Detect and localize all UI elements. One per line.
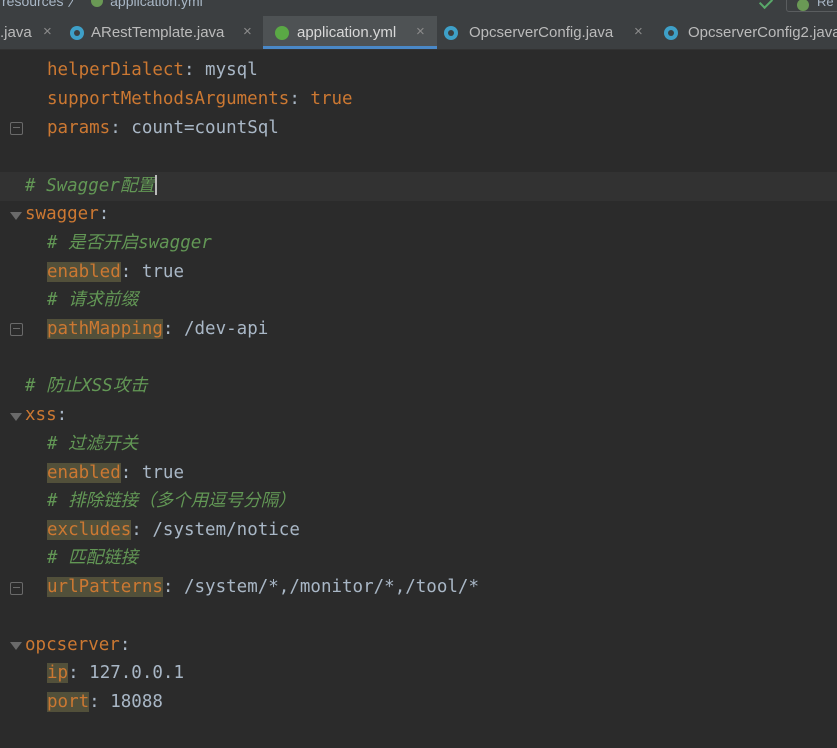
yaml-key: ip: [47, 663, 69, 683]
java-class-icon: [444, 26, 458, 40]
close-icon[interactable]: ×: [243, 23, 252, 40]
fold-end-icon[interactable]: [10, 323, 23, 336]
code-line: # 防止XSS攻击: [25, 372, 148, 400]
fold-arrow-icon[interactable]: [10, 413, 22, 421]
close-icon[interactable]: ×: [416, 23, 425, 40]
java-class-icon: [664, 26, 678, 40]
close-icon[interactable]: ×: [634, 23, 643, 40]
yaml-value: 18088: [110, 692, 163, 712]
yaml-value: true: [141, 262, 184, 282]
code-line: # 排除链接（多个用逗号分隔）: [47, 487, 296, 515]
yaml-value: true: [141, 463, 184, 483]
tab-label: OpcserverConfig.java: [469, 24, 614, 41]
yaml-comment: # 防止XSS攻击: [25, 376, 148, 396]
code-line: enabled: true: [47, 262, 184, 282]
yaml-key: opcserver: [25, 635, 120, 655]
yaml-key: port: [47, 692, 90, 712]
code-line: port: 18088: [47, 692, 163, 712]
yaml-key: excludes: [47, 520, 132, 540]
yaml-value: mysql: [205, 60, 258, 80]
yaml-key: urlPatterns: [47, 577, 163, 597]
text-caret: [154, 175, 157, 195]
yaml-key: supportMethodsArguments: [47, 89, 290, 109]
yaml-comment: # Swagger配置: [25, 176, 155, 196]
yaml-value: 127.0.0.1: [89, 663, 184, 683]
spring-icon: [797, 0, 809, 11]
tab-arest-template[interactable]: ARestTemplate.java ×: [62, 16, 262, 49]
code-line: urlPatterns: /system/*,/monitor/*,/tool/…: [47, 577, 479, 597]
code-line: xss:: [25, 405, 68, 425]
fold-arrow-icon[interactable]: [10, 642, 22, 650]
run-config-label: Re: [817, 0, 834, 9]
yaml-comment: # 请求前缀: [47, 290, 139, 310]
yaml-key: pathMapping: [47, 319, 163, 339]
yaml-comment: # 排除链接（多个用逗号分隔）: [47, 491, 296, 511]
yaml-value: /system/*,/monitor/*,/tool/*: [183, 577, 479, 597]
code-line: # Swagger配置: [25, 172, 157, 200]
close-icon[interactable]: ×: [43, 23, 52, 40]
breadcrumb-separator: 〉: [67, 0, 82, 9]
yaml-comment: # 过滤开关: [47, 434, 139, 454]
yaml-key: enabled: [47, 463, 121, 483]
fold-arrow-icon[interactable]: [10, 212, 22, 220]
tab-opcserver-config2[interactable]: OpcserverConfig2.java: [660, 16, 837, 49]
tab-opcserver-config[interactable]: OpcserverConfig.java ×: [438, 16, 658, 49]
yaml-key: enabled: [47, 262, 121, 282]
code-line: # 过滤开关: [47, 430, 138, 458]
yaml-value: true: [310, 89, 353, 109]
code-line: params: count=countSql: [47, 118, 279, 138]
tab-label: ARestTemplate.java: [91, 24, 225, 41]
breadcrumb: resources 〉 application.yml Re: [0, 0, 837, 16]
tab-java-partial[interactable]: .java ×: [0, 16, 60, 49]
code-line: pathMapping: /dev-api: [47, 319, 269, 339]
code-editor[interactable]: helperDialect: mysql supportMethodsArgum…: [0, 50, 837, 748]
code-line: helperDialect: mysql: [47, 60, 258, 80]
code-line: opcserver:: [25, 635, 131, 655]
yaml-value: count=countSql: [131, 118, 279, 138]
yaml-comment: # 匹配链接: [47, 548, 139, 568]
tab-label: OpcserverConfig2.java: [688, 24, 837, 41]
run-config-button[interactable]: Re: [786, 0, 837, 12]
yaml-file-icon: [275, 26, 289, 40]
yaml-key: params: [47, 118, 111, 138]
yaml-value: /system/notice: [152, 520, 300, 540]
code-line: ip: 127.0.0.1: [47, 663, 184, 683]
code-line: # 是否开启swagger: [47, 229, 212, 257]
tab-application-yml[interactable]: application.yml ×: [263, 16, 437, 49]
yaml-key: xss: [25, 405, 57, 425]
code-line: # 请求前缀: [47, 286, 138, 314]
code-line: swagger:: [25, 204, 110, 224]
yaml-key: swagger: [25, 204, 99, 224]
build-arrow-icon[interactable]: [758, 0, 774, 10]
yaml-comment: # 是否开启swagger: [47, 233, 212, 253]
code-line: supportMethodsArguments: true: [47, 89, 353, 109]
breadcrumb-file[interactable]: application.yml: [110, 0, 203, 9]
yaml-value: /dev-api: [183, 319, 269, 339]
fold-end-icon[interactable]: [10, 582, 23, 595]
editor-tab-bar: .java × ARestTemplate.java × application…: [0, 16, 837, 50]
fold-end-icon[interactable]: [10, 122, 23, 135]
yaml-file-icon: [91, 0, 104, 7]
tab-label: .java: [0, 24, 32, 41]
code-line: # 匹配链接: [47, 544, 138, 572]
breadcrumb-folder[interactable]: resources: [2, 0, 63, 9]
yaml-key: helperDialect: [47, 60, 184, 80]
tab-label: application.yml: [297, 24, 397, 41]
java-class-icon: [70, 26, 84, 40]
code-line: excludes: /system/notice: [47, 520, 300, 540]
active-tab-indicator: [263, 46, 437, 49]
code-line: enabled: true: [47, 463, 184, 483]
